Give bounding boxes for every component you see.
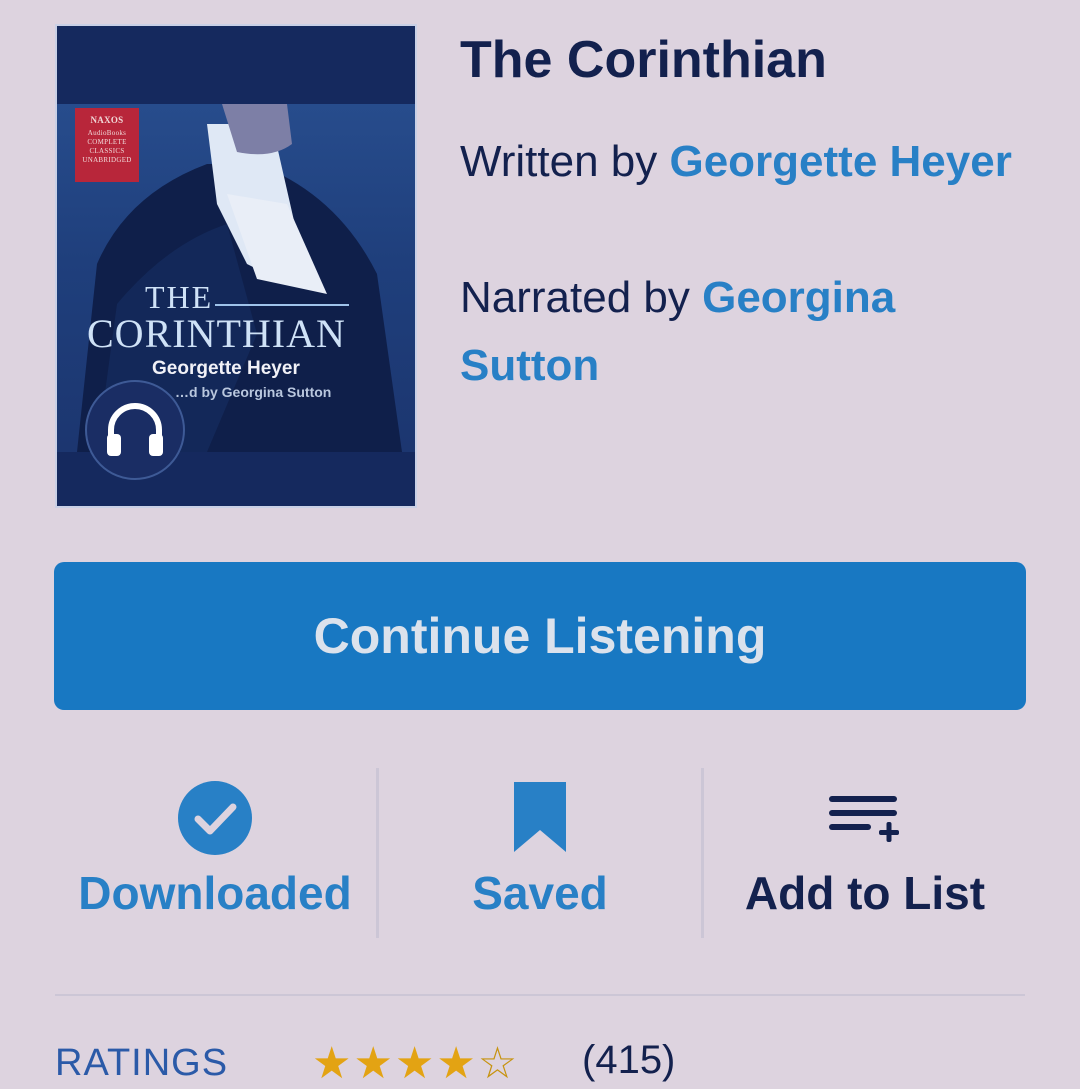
ratings-label: RATINGS [55, 1042, 229, 1084]
narrated-by-prefix: Narrated by [460, 273, 703, 322]
book-cover[interactable]: NAXOS AudioBooks COMPLETE CLASSICS UNABR… [55, 24, 417, 508]
action-divider [376, 768, 379, 938]
add-to-list-label: Add to List [744, 867, 986, 919]
star-rating[interactable]: ★★★★☆ [312, 1038, 519, 1089]
author-link[interactable]: Georgette Heyer [669, 137, 1011, 186]
action-divider [701, 768, 704, 938]
badge-line-2: CLASSICS [89, 147, 125, 155]
cover-narrator: …d by Georgina Sutton [175, 384, 332, 400]
ratings-count: (415) [582, 1038, 676, 1082]
written-by-line: Written by Georgette Heyer [460, 128, 1020, 196]
cover-title-line-2: CORINTHIAN [87, 311, 346, 356]
headphones-icon [85, 380, 185, 480]
bookmark-icon [514, 782, 566, 857]
empty-star: ☆ [477, 1039, 520, 1088]
downloaded-action[interactable]: Downloaded [55, 770, 375, 940]
downloaded-label: Downloaded [78, 867, 352, 919]
cover-title-rule [215, 304, 349, 306]
saved-action[interactable]: Saved [380, 770, 700, 940]
check-circle-icon [177, 780, 253, 861]
section-divider [55, 994, 1025, 996]
publisher-sub: AudioBooks [87, 129, 127, 137]
saved-label: Saved [472, 867, 608, 919]
publisher-name: NAXOS [90, 115, 124, 125]
book-title: The Corinthian [460, 31, 827, 89]
continue-listening-button[interactable]: Continue Listening [54, 562, 1026, 710]
written-by-prefix: Written by [460, 137, 670, 186]
cover-top-band [57, 26, 415, 104]
filled-stars: ★★★★ [312, 1039, 478, 1088]
narrated-by-line: Narrated by Georgina Sutton [460, 264, 1020, 400]
playlist-add-icon [829, 792, 901, 853]
cover-author: Georgette Heyer [152, 358, 300, 379]
badge-line-1: COMPLETE [87, 138, 127, 146]
badge-line-3: UNABRIDGED [82, 156, 132, 164]
add-to-list-action[interactable]: Add to List [705, 770, 1025, 940]
publisher-badge: NAXOS AudioBooks COMPLETE CLASSICS UNABR… [75, 108, 139, 182]
